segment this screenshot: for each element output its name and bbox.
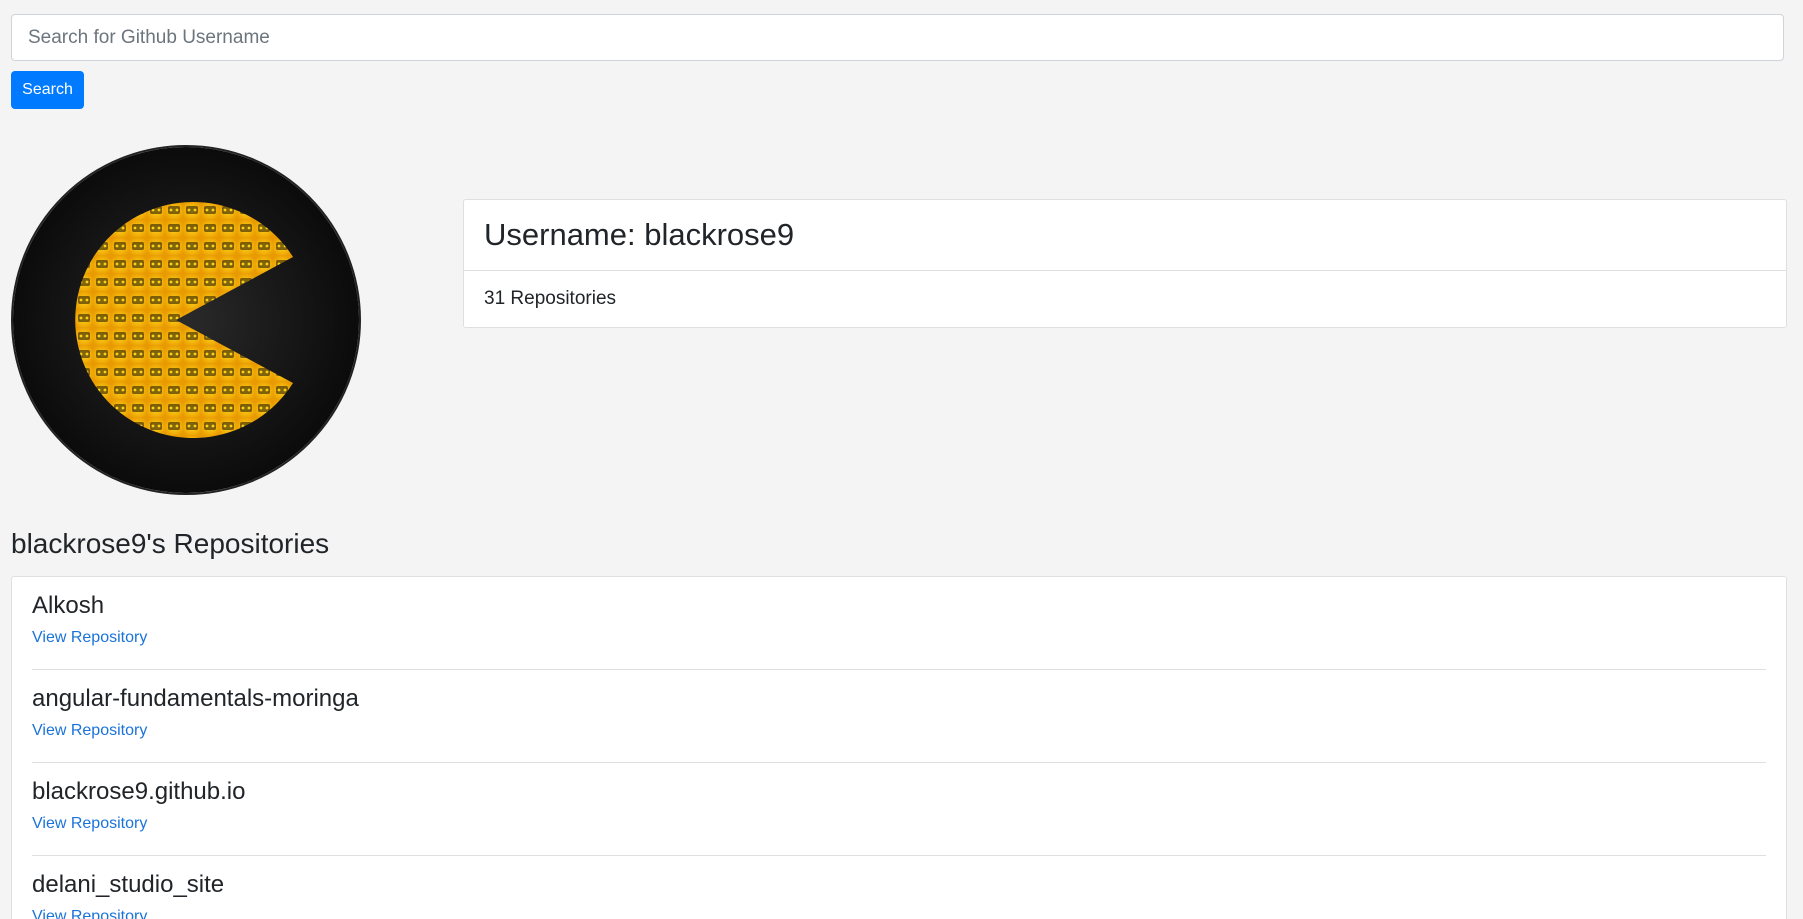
repo-item: delani_studio_site View Repository [32,856,1766,919]
pacman-avatar-icon [13,147,359,493]
username-heading: Username: blackrose9 [464,200,1786,271]
repo-name: blackrose9.github.io [32,778,246,805]
repo-item: angular-fundamentals-moringa View Reposi… [32,670,1766,763]
repo-name: delani_studio_site [32,871,225,898]
page: Search for Github Username Search Userna… [0,0,1803,919]
repo-name: angular-fundamentals-moringa [32,685,359,712]
view-repository-link[interactable]: View Repository [32,908,147,919]
repo-list: Alkosh View Repository angular-fundament… [11,576,1787,919]
view-repository-link[interactable]: View Repository [32,815,147,833]
repo-item: blackrose9.github.io View Repository [32,763,1766,856]
avatar [11,145,361,495]
repo-count: 31 Repositories [484,288,617,309]
repo-item: Alkosh View Repository [32,577,1766,670]
view-repository-link[interactable]: View Repository [32,722,147,740]
view-repository-link[interactable]: View Repository [32,629,147,647]
search-button[interactable]: Search [11,71,84,109]
repo-name: Alkosh [32,592,105,619]
search-input[interactable] [11,14,1784,61]
repos-title: blackrose9's Repositories [11,528,330,559]
profile-card: Username: blackrose9 31 Repositories [463,199,1787,328]
